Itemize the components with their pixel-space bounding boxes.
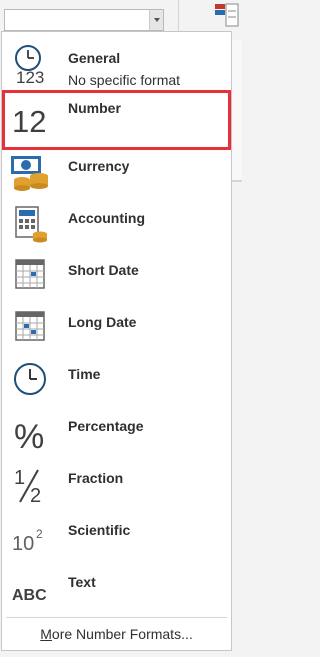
menu-item-time[interactable]: Time bbox=[2, 354, 231, 406]
menu-item-label: Time bbox=[68, 366, 101, 382]
icon-percent: % bbox=[14, 418, 44, 452]
menu-item-label: Short Date bbox=[68, 262, 139, 278]
menu-item-text[interactable]: ABC Text bbox=[2, 562, 231, 614]
menu-item-label: General bbox=[68, 50, 121, 66]
icon-sci-base: 10 bbox=[12, 533, 34, 555]
menu-item-accounting[interactable]: Accounting bbox=[2, 198, 231, 250]
percent-icon: % bbox=[14, 418, 44, 452]
conditional-formatting-icon[interactable] bbox=[214, 3, 240, 29]
icon-fraction-top: 1 bbox=[14, 467, 25, 489]
menu-item-percentage[interactable]: % Percentage bbox=[2, 406, 231, 458]
menu-item-label: Long Date bbox=[68, 314, 137, 330]
menu-item-label: Accounting bbox=[68, 210, 145, 226]
ribbon-background bbox=[232, 40, 242, 180]
menu-item-currency[interactable]: Currency bbox=[2, 146, 231, 198]
menu-item-general[interactable]: 123 General No specific format bbox=[2, 38, 231, 90]
menu-item-long-date[interactable]: Long Date bbox=[2, 302, 231, 354]
number-format-combobox[interactable] bbox=[4, 9, 164, 31]
calendar-long-icon bbox=[15, 311, 45, 341]
icon-digits: 123 bbox=[16, 68, 44, 84]
menu-item-fraction[interactable]: 1 2 Fraction bbox=[2, 458, 231, 510]
calculator-ledger-icon bbox=[15, 206, 47, 243]
icon-digits: 12 bbox=[12, 104, 46, 138]
number-format-dropdown: 123 General No specific format 12 Number… bbox=[1, 31, 232, 651]
menu-item-description: No specific format bbox=[68, 72, 181, 88]
menu-item-label: Scientific bbox=[68, 522, 131, 538]
abc-icon: ABC bbox=[12, 587, 47, 604]
menu-item-label: Fraction bbox=[68, 470, 124, 486]
menu-item-number[interactable]: 12 Number bbox=[2, 90, 231, 150]
clock-123-icon: 123 bbox=[15, 45, 44, 84]
ribbon-separator bbox=[232, 180, 242, 182]
more-link-mnemonic: M bbox=[40, 626, 52, 642]
number-12-icon: 12 bbox=[12, 104, 46, 138]
calendar-short-icon bbox=[15, 259, 45, 289]
menu-item-label: Percentage bbox=[68, 418, 144, 434]
menu-item-label: Text bbox=[68, 574, 96, 590]
clock-icon bbox=[14, 363, 46, 395]
dropdown-arrow-button[interactable] bbox=[149, 10, 163, 30]
menu-item-short-date[interactable]: Short Date bbox=[2, 250, 231, 302]
icon-sci-exp: 2 bbox=[36, 527, 43, 541]
menu-item-label: Currency bbox=[68, 158, 130, 174]
scientific-10-squared-icon: 10 2 bbox=[12, 527, 43, 555]
menu-item-scientific[interactable]: 10 2 Scientific bbox=[2, 510, 231, 562]
fraction-half-icon: 1 2 bbox=[14, 467, 41, 504]
menu-item-label: Number bbox=[68, 100, 121, 116]
icon-abc: ABC bbox=[12, 587, 47, 604]
icon-fraction-bottom: 2 bbox=[30, 485, 41, 504]
chevron-down-icon bbox=[153, 18, 160, 22]
currency-banknote-coins-icon bbox=[11, 156, 48, 191]
more-number-formats-link[interactable]: More Number Formats... bbox=[2, 618, 231, 650]
more-link-label: ore Number Formats... bbox=[51, 626, 193, 642]
